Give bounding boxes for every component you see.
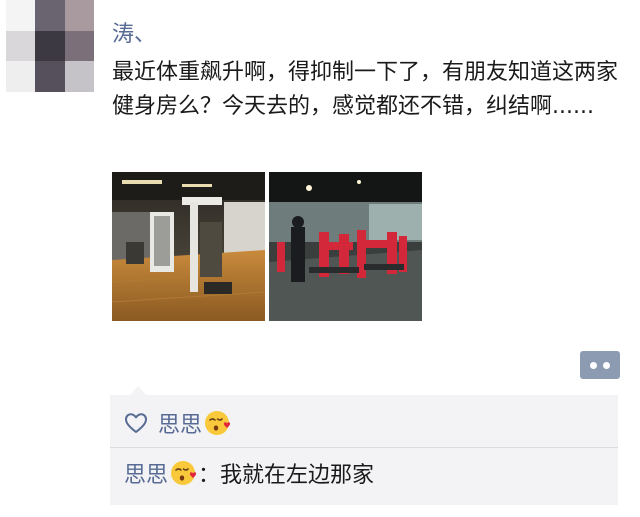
comment-button[interactable] (580, 351, 620, 379)
post-author-name[interactable]: 涛、 (112, 20, 156, 50)
liker-name[interactable]: 思思 (158, 407, 202, 439)
heart-outline-icon (125, 413, 147, 433)
gym-photo-wooden-floor-icon (112, 172, 265, 321)
avatar[interactable] (6, 0, 94, 92)
kissing-heart-emoji-icon (205, 411, 231, 435)
divider (110, 447, 618, 448)
kissing-heart-emoji-icon (171, 461, 197, 485)
comment-separator: ： (198, 463, 221, 488)
comment-author[interactable]: 思思 (124, 457, 168, 489)
post-photo-1[interactable] (112, 172, 265, 321)
panel-arrow (130, 386, 146, 395)
likes-row: 思思 (124, 405, 232, 441)
more-dots-icon (590, 361, 597, 369)
comment-item[interactable]: 思思 ： 我就在左边那家 (124, 455, 374, 491)
post-text: 最近体重飙升啊，得抑制一下了，有朋友知道这两家健身房么？今天去的，感觉都还不错，… (112, 60, 619, 119)
gym-photo-red-machines-icon (269, 172, 422, 321)
likes-comments-panel: 思思 思思 ： 我就在左边那家 (110, 395, 618, 505)
moments-post: 涛、 最近体重飙升啊，得抑制一下了，有朋友知道这两家健身房么？今天去的，感觉都还… (0, 0, 640, 517)
comment-text: 我就在左边那家 (220, 463, 375, 488)
post-photo-2[interactable] (269, 172, 422, 321)
